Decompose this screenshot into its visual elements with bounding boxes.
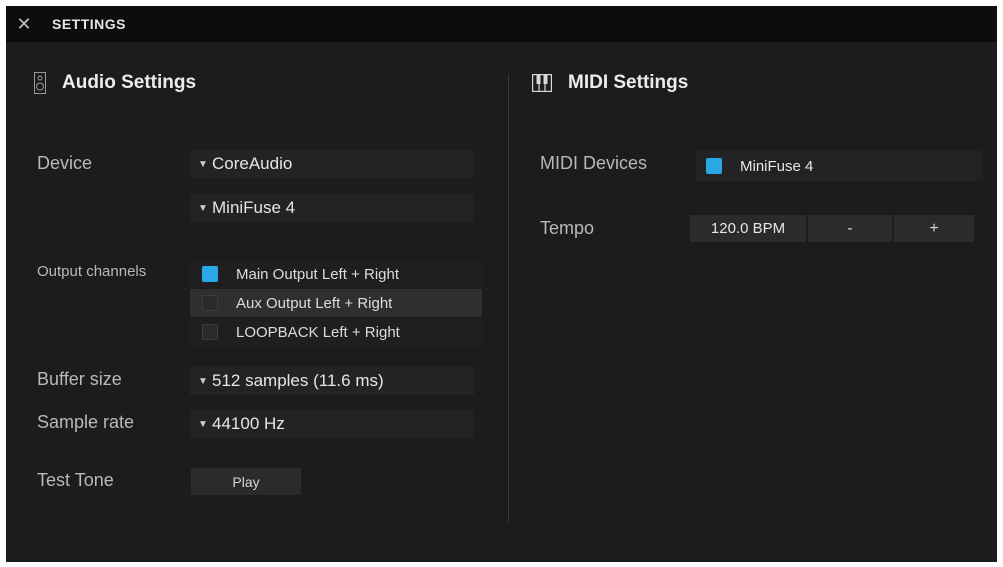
chevron-down-icon: ▼ [198,202,208,214]
midi-settings-title: MIDI Settings [568,72,689,93]
device-name-select[interactable]: ▼ MiniFuse 4 [190,194,474,222]
speaker-icon [34,72,46,94]
buffer-size-value: 512 samples (11.6 ms) [212,371,384,390]
channel-label: Aux Output Left + Right [236,294,393,312]
title-bar: ✕ SETTINGS [6,6,997,42]
settings-window: ✕ SETTINGS Audio Settings Device ▼ CoreA… [6,6,997,562]
device-driver-select[interactable]: ▼ CoreAudio [190,150,474,178]
midi-device-name: MiniFuse 4 [740,157,814,175]
chevron-down-icon: ▼ [198,158,208,170]
channel-main-output[interactable]: Main Output Left + Right [190,260,482,288]
chevron-down-icon: ▼ [198,418,208,430]
buffer-size-label: Buffer size [37,369,122,389]
tempo-label: Tempo [540,218,595,238]
output-channels-label: Output channels [37,263,147,280]
channel-loopback[interactable]: LOOPBACK Left + Right [190,318,482,346]
sample-rate-select[interactable]: ▼ 44100 Hz [190,410,474,438]
channel-checkbox[interactable] [202,266,218,282]
chevron-down-icon: ▼ [198,375,208,387]
channel-label: LOOPBACK Left + Right [236,323,400,341]
device-driver-value: CoreAudio [212,154,293,173]
sample-rate-label: Sample rate [37,412,135,432]
play-button[interactable]: Play [191,468,301,495]
channel-label: Main Output Left + Right [236,265,400,283]
buffer-size-select[interactable]: ▼ 512 samples (11.6 ms) [190,367,474,395]
channel-checkbox[interactable] [202,295,218,311]
midi-device-checkbox[interactable] [706,158,722,174]
midi-device-item[interactable]: MiniFuse 4 [696,151,983,181]
device-label: Device [37,153,93,173]
test-tone-label: Test Tone [37,470,114,490]
device-name-value: MiniFuse 4 [212,198,296,217]
channel-aux-output[interactable]: Aux Output Left + Right [190,289,482,317]
tempo-value-field[interactable]: 120.0 BPM [690,215,806,242]
sample-rate-value: 44100 Hz [212,414,285,433]
close-icon[interactable]: ✕ [14,14,34,34]
tempo-decrease-button[interactable]: - [808,215,892,242]
midi-settings-heading: MIDI Settings [532,72,688,94]
audio-settings-title: Audio Settings [62,72,197,93]
midi-devices-label: MIDI Devices [540,153,648,173]
channel-checkbox[interactable] [202,324,218,340]
section-divider [508,74,509,522]
audio-settings-heading: Audio Settings [34,72,196,94]
piano-keys-icon [532,74,552,92]
tempo-increase-button[interactable]: + [894,215,974,242]
window-title: SETTINGS [52,16,127,32]
